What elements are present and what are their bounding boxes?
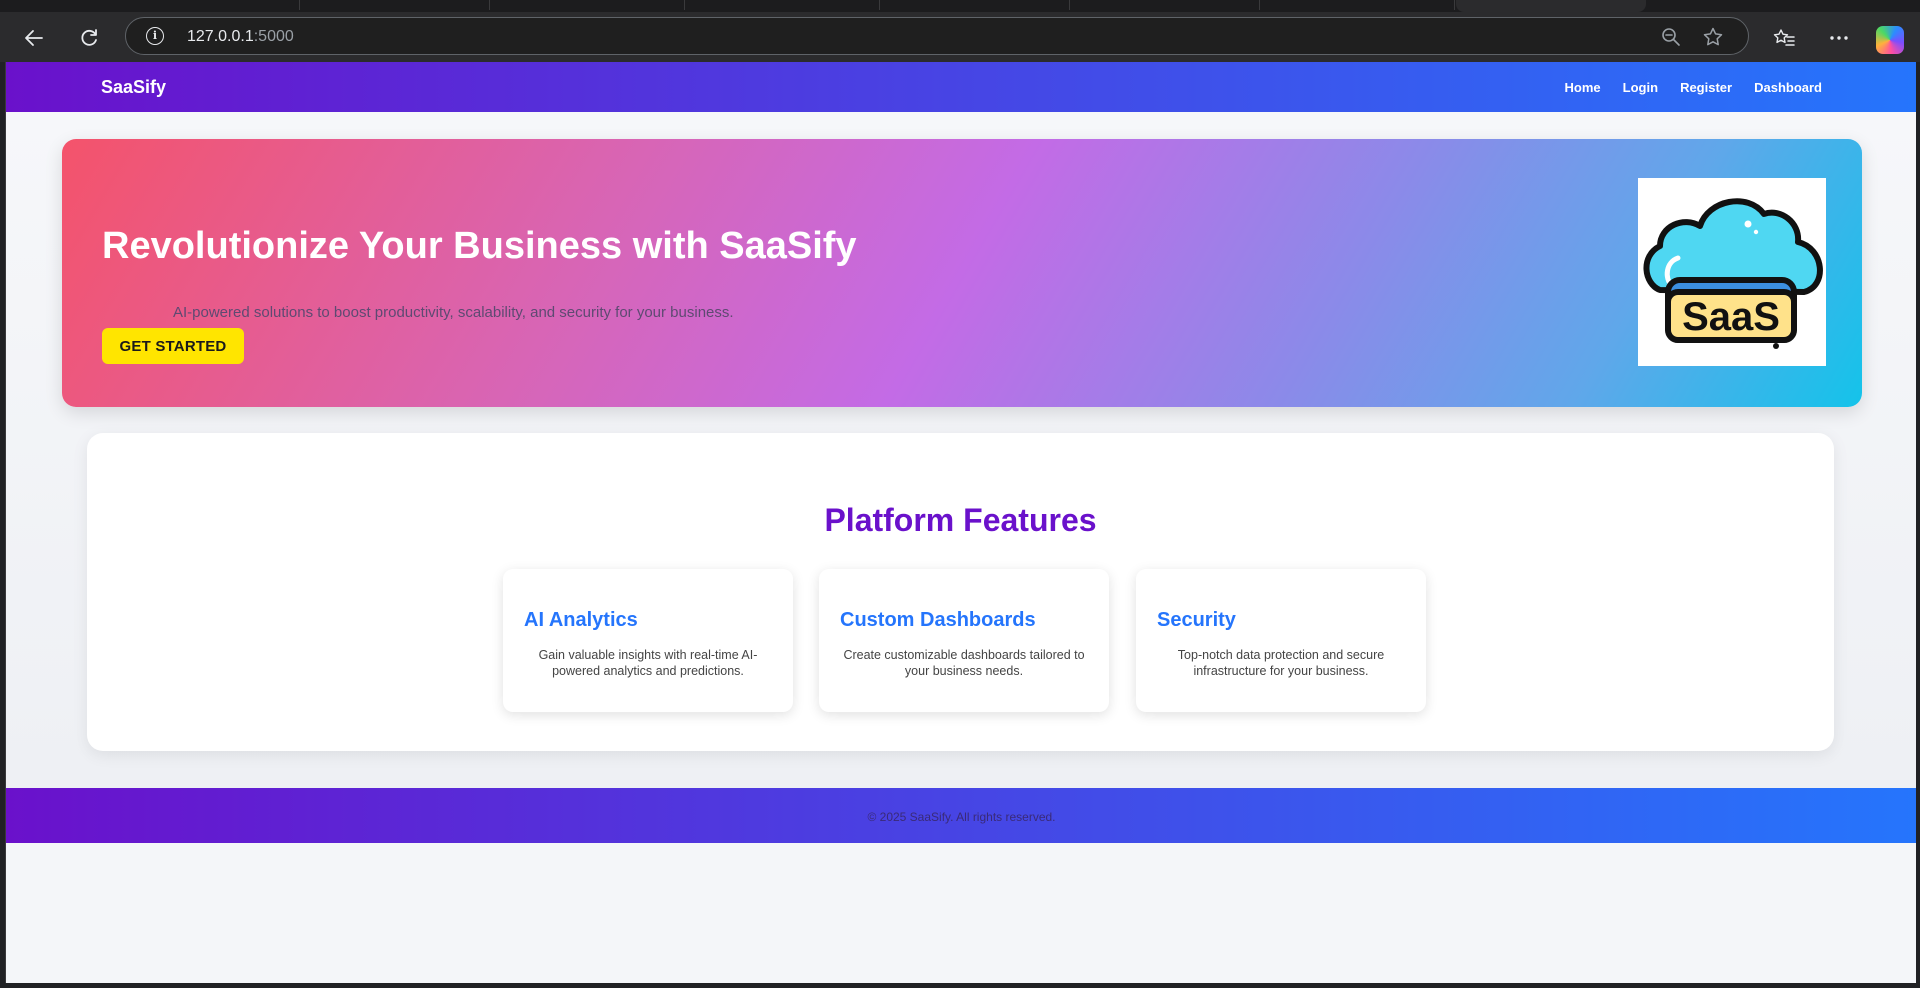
feature-card-custom-dashboards: Custom Dashboards Create customizable da… (819, 569, 1109, 712)
feature-card-desc: Create customizable dashboards tailored … (843, 648, 1085, 678)
feature-card-title: Security (1157, 609, 1236, 631)
site-navbar: SaaSify Home Login Register Dashboard (6, 62, 1916, 112)
hero-title: Revolutionize Your Business with SaaSify (102, 225, 857, 267)
nav-link-home[interactable]: Home (1565, 80, 1601, 95)
footer-copyright: © 2025 SaaSify. All rights reserved. (867, 810, 1056, 824)
logo-text: SaaS (1682, 295, 1780, 339)
nav-links: Home Login Register Dashboard (1565, 80, 1822, 95)
feature-card-desc: Gain valuable insights with real-time AI… (538, 648, 758, 678)
browser-tab[interactable] (1070, 0, 1260, 10)
browser-tab[interactable] (110, 0, 300, 10)
hero-subtitle: AI-powered solutions to boost productivi… (173, 304, 734, 321)
nav-link-dashboard[interactable]: Dashboard (1754, 80, 1822, 95)
browser-tab[interactable] (495, 0, 685, 10)
back-icon[interactable] (18, 22, 50, 54)
saas-cloud-illustration: SaaS (1643, 198, 1823, 349)
browser-tab-strip (0, 0, 1920, 12)
url-port: :5000 (253, 28, 294, 45)
favorite-star-icon[interactable] (1700, 24, 1726, 50)
browser-tab[interactable] (300, 0, 490, 10)
page-viewport: SaaSify Home Login Register Dashboard Re… (5, 62, 1916, 983)
brand-logo[interactable]: SaaSify (101, 77, 166, 98)
feature-card-ai-analytics: AI Analytics Gain valuable insights with… (503, 569, 793, 712)
features-section: Platform Features AI Analytics Gain valu… (87, 433, 1834, 751)
saas-cloud-logo: SaaS (1638, 178, 1826, 366)
browser-toolbar: i 127.0.0.1:5000 (0, 12, 1920, 62)
get-started-button[interactable]: GET STARTED (102, 328, 244, 364)
feature-card-security: Security Top-notch data protection and s… (1136, 569, 1426, 712)
browser-tab[interactable] (690, 0, 880, 10)
nav-link-login[interactable]: Login (1623, 80, 1658, 95)
refresh-icon[interactable] (73, 22, 105, 54)
url-host: 127.0.0.1 (187, 28, 254, 45)
page-blank-area (6, 843, 1916, 983)
feature-card-title: AI Analytics (524, 609, 638, 631)
feature-card-title: Custom Dashboards (840, 609, 1036, 631)
zoom-out-icon[interactable] (1658, 24, 1684, 50)
address-bar-url[interactable]: 127.0.0.1:5000 (187, 28, 294, 46)
browser-tab[interactable] (880, 0, 1070, 10)
site-info-icon[interactable]: i (146, 27, 164, 45)
browser-tab[interactable] (1265, 0, 1455, 10)
site-footer: © 2025 SaaSify. All rights reserved. (6, 788, 1916, 843)
hero-banner: Revolutionize Your Business with SaaSify… (62, 139, 1862, 407)
more-options-icon[interactable] (1823, 22, 1855, 54)
favorites-icon[interactable] (1768, 22, 1800, 54)
nav-link-register[interactable]: Register (1680, 80, 1732, 95)
features-title: Platform Features (824, 502, 1097, 538)
feature-card-desc: Top-notch data protection and secure inf… (1177, 648, 1385, 678)
copilot-icon[interactable] (1876, 26, 1904, 54)
browser-tab-active[interactable] (1456, 0, 1646, 12)
address-bar[interactable]: i 127.0.0.1:5000 (125, 17, 1749, 55)
